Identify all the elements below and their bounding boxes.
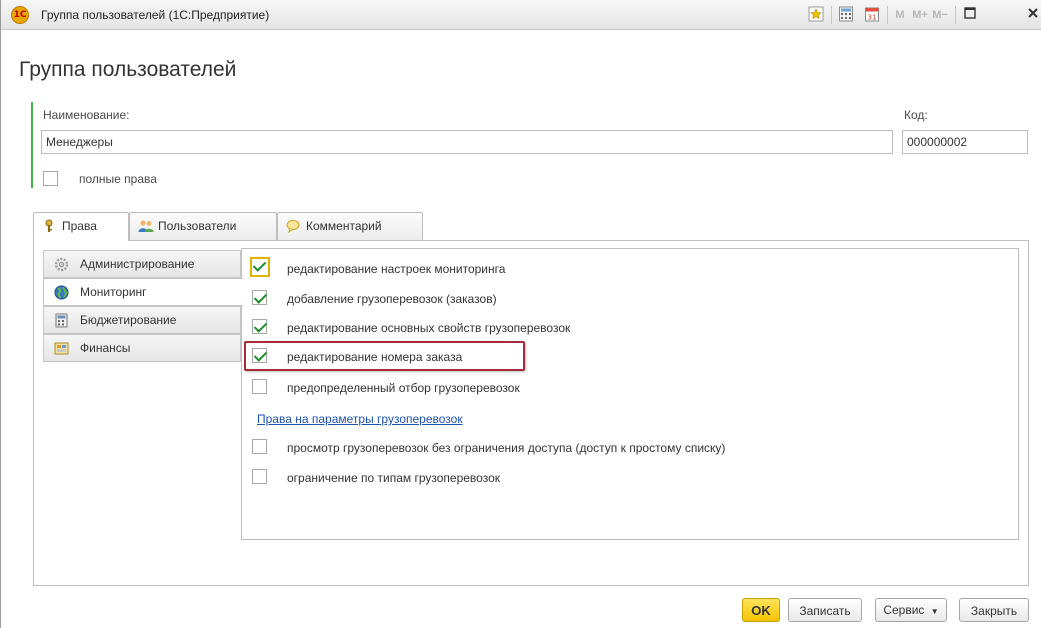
maximize-icon[interactable] xyxy=(961,6,979,24)
save-button[interactable]: Записать xyxy=(788,598,862,622)
ok-button[interactable]: OK xyxy=(742,598,780,622)
tab-rights-label: Права xyxy=(62,219,97,233)
right-label: предопределенный отбор грузоперевозок xyxy=(287,381,520,395)
right-checkbox[interactable] xyxy=(252,290,267,305)
favorites-icon[interactable] xyxy=(807,6,825,24)
tab-users-label: Пользователи xyxy=(158,219,237,233)
section-administration-label: Администрирование xyxy=(80,257,195,271)
code-field[interactable] xyxy=(902,130,1028,154)
params-rights-link[interactable]: Права на параметры грузоперевозок xyxy=(257,412,463,426)
svg-text:31: 31 xyxy=(868,14,877,22)
right-label: добавление грузоперевозок (заказов) xyxy=(287,292,497,306)
right-label: ограничение по типам грузоперевозок xyxy=(287,471,500,485)
full-rights-checkbox[interactable] xyxy=(43,171,58,186)
right-checkbox[interactable] xyxy=(252,469,267,484)
memory-plus-button[interactable]: M+ xyxy=(911,6,929,24)
page-title: Группа пользователей xyxy=(19,58,237,81)
window: 1С Группа пользователей (1С:Предприятие)… xyxy=(0,0,1041,628)
window-title: Группа пользователей (1С:Предприятие) xyxy=(41,8,270,22)
section-finance[interactable]: Финансы xyxy=(43,334,241,362)
calculator-icon[interactable] xyxy=(837,6,855,24)
highlight-frame xyxy=(244,341,525,371)
finance-icon xyxy=(54,341,69,356)
right-checkbox[interactable] xyxy=(252,379,267,394)
code-label: Код: xyxy=(904,108,928,122)
title-bar: 1С Группа пользователей (1С:Предприятие)… xyxy=(1,0,1041,30)
app-1c-icon[interactable]: 1С xyxy=(11,6,29,24)
service-button-label: Сервис xyxy=(883,603,925,617)
section-monitoring[interactable]: Мониторинг xyxy=(43,278,243,306)
close-button[interactable]: Закрыть xyxy=(959,598,1029,622)
section-administration[interactable]: Администрирование xyxy=(43,250,241,278)
chevron-down-icon: ▼ xyxy=(930,607,939,616)
memory-m-button[interactable]: M xyxy=(893,6,907,24)
right-label: редактирование настроек мониторинга xyxy=(287,262,506,276)
right-checkbox[interactable] xyxy=(252,319,267,334)
tab-comment-label: Комментарий xyxy=(306,219,382,233)
key-icon xyxy=(42,219,56,233)
section-budgeting[interactable]: Бюджетирование xyxy=(43,306,241,334)
section-monitoring-label: Мониторинг xyxy=(80,285,147,299)
full-rights-label: полные права xyxy=(79,172,157,186)
close-window-icon[interactable] xyxy=(1025,6,1041,24)
memory-minus-button[interactable]: M− xyxy=(931,6,949,24)
comment-icon xyxy=(286,219,300,234)
name-label: Наименование: xyxy=(43,108,130,122)
calendar-icon[interactable]: 31 xyxy=(863,6,881,24)
right-checkbox[interactable] xyxy=(250,257,270,277)
calculator-icon xyxy=(54,313,69,328)
gears-icon xyxy=(54,257,69,272)
section-budgeting-label: Бюджетирование xyxy=(80,313,177,327)
name-field[interactable] xyxy=(41,130,893,154)
service-menu-button[interactable]: Сервис ▼ xyxy=(875,598,947,622)
globe-icon xyxy=(54,285,69,300)
right-label: редактирование основных свойств грузопер… xyxy=(287,321,571,335)
tab-rights[interactable]: Права xyxy=(33,212,129,241)
required-indicator xyxy=(31,102,33,188)
tab-users[interactable]: Пользователи xyxy=(129,212,277,240)
users-icon xyxy=(138,219,154,233)
section-finance-label: Финансы xyxy=(80,341,131,355)
tab-comment[interactable]: Комментарий xyxy=(277,212,423,240)
right-checkbox[interactable] xyxy=(252,439,267,454)
right-label: просмотр грузоперевозок без ограничения … xyxy=(287,441,726,455)
